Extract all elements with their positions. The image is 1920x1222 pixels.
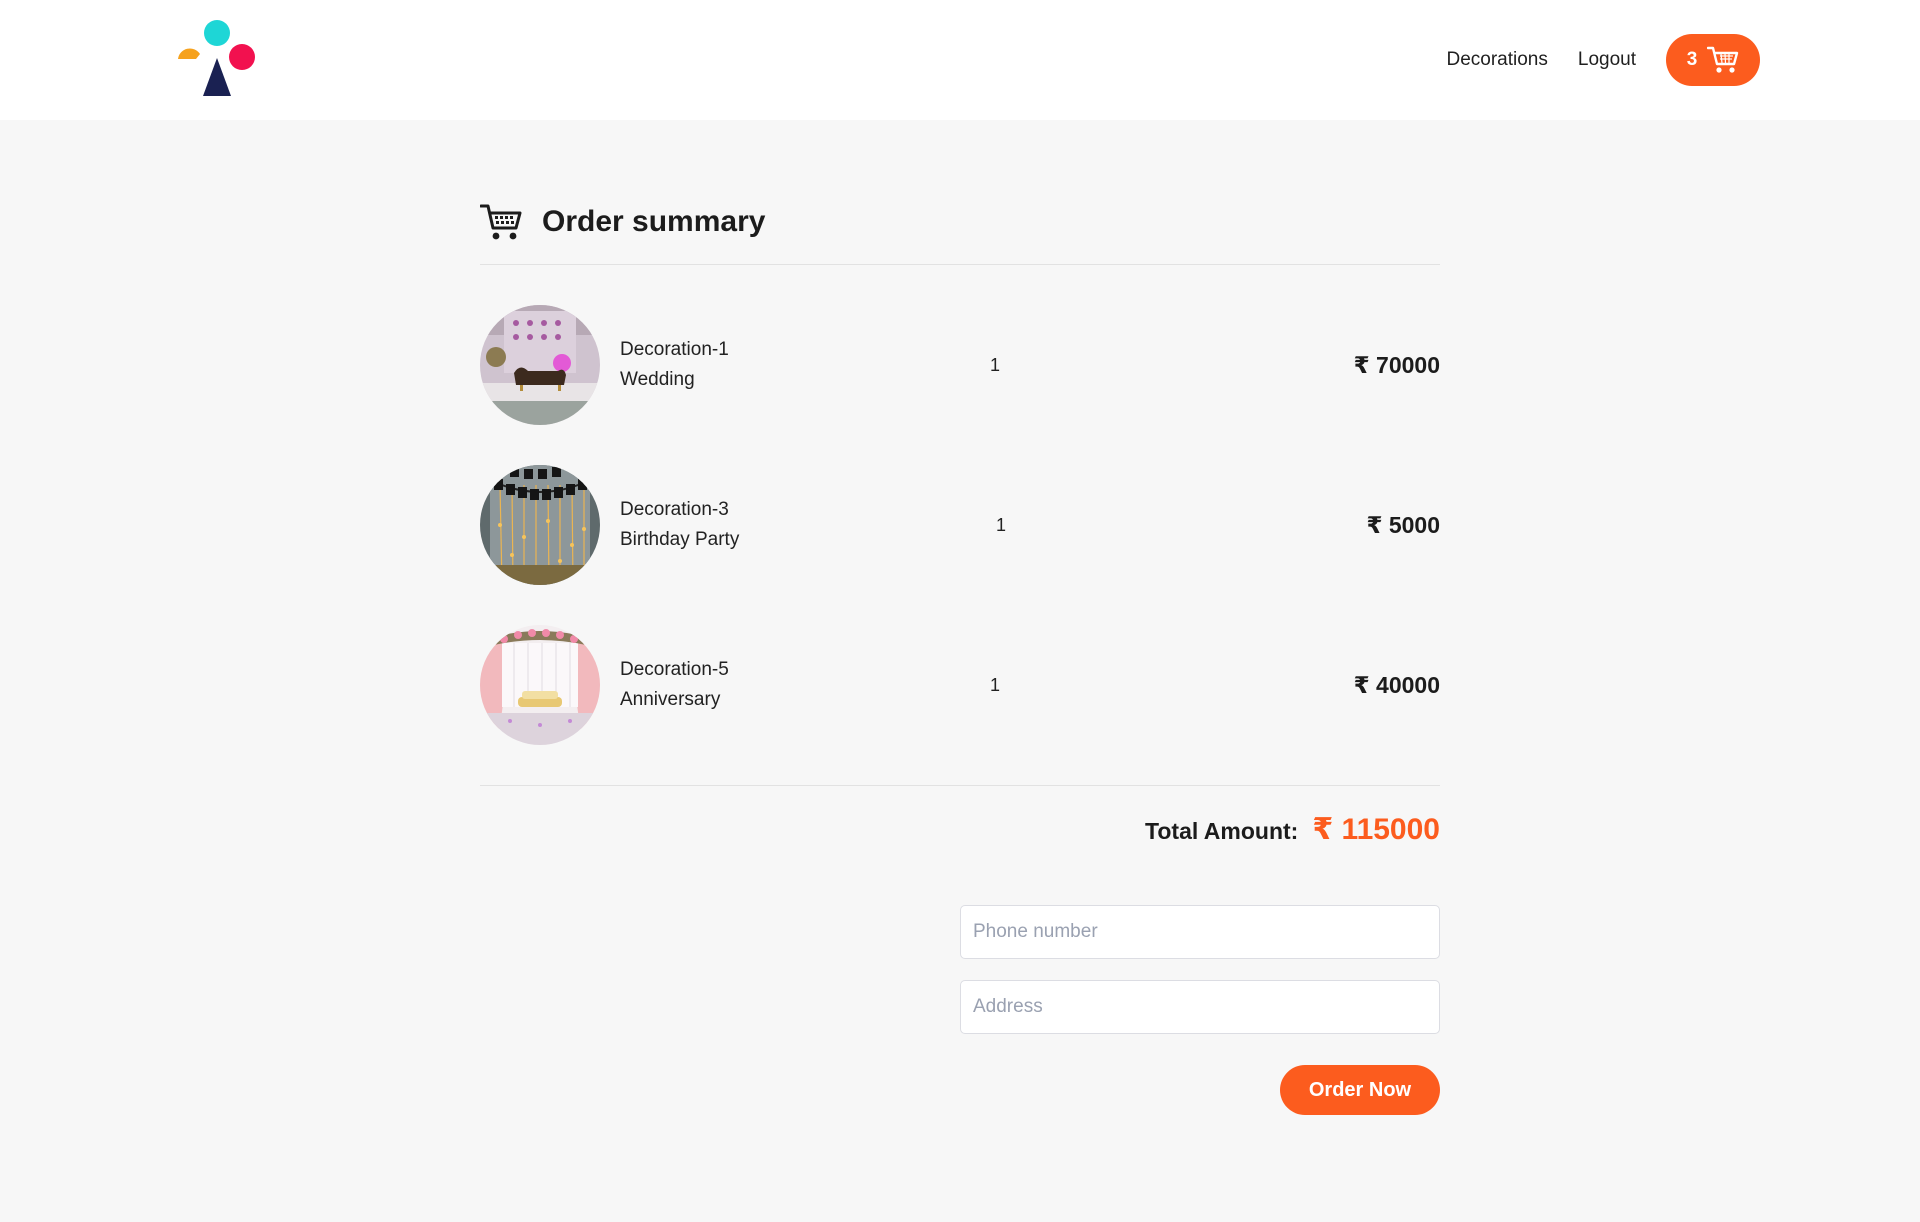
item-quantity: 1 [996, 514, 1007, 535]
item-info: Decoration-3 Birthday Party [620, 495, 739, 555]
total-row: Total Amount: ₹ 115000 [480, 812, 1440, 847]
order-form: Order Now [960, 905, 1440, 1115]
order-summary-section: Order summary Decoration-1 Wedding 1 ₹ 7… [480, 196, 1440, 1115]
address-input[interactable] [960, 980, 1440, 1034]
item-category: Wedding [620, 369, 695, 390]
cart-count: 3 [1686, 49, 1698, 70]
item-price: ₹ 40000 [1353, 671, 1440, 698]
shopping-cart-icon [480, 204, 522, 240]
order-item: Decoration-5 Anniversary 1 ₹ 40000 [480, 625, 1440, 745]
item-thumbnail [480, 465, 600, 585]
nav-logout-link[interactable]: Logout [1578, 49, 1636, 71]
order-item: Decoration-1 Wedding 1 ₹ 70000 [480, 305, 1440, 425]
cart-button[interactable]: 3 [1666, 34, 1760, 86]
total-amount: ₹ 115000 [1312, 813, 1440, 846]
item-category: Birthday Party [620, 529, 740, 550]
item-name: Decoration-3 [620, 499, 729, 520]
logo-icon[interactable] [176, 18, 262, 102]
summary-header: Order summary [480, 196, 1440, 248]
item-name: Decoration-5 [620, 659, 729, 680]
divider [480, 785, 1440, 786]
item-quantity: 1 [990, 674, 1001, 695]
item-category: Anniversary [620, 689, 721, 710]
birthday-decoration-image [480, 465, 600, 585]
item-thumbnail [480, 625, 600, 745]
nav-decorations-link[interactable]: Decorations [1446, 49, 1547, 71]
item-info: Decoration-1 Wedding [620, 335, 729, 395]
anniversary-decoration-image [480, 625, 600, 745]
wedding-decoration-image [480, 305, 600, 425]
item-thumbnail [480, 305, 600, 425]
total-label: Total Amount: [1145, 818, 1299, 844]
order-item: Decoration-3 Birthday Party 1 ₹ 5000 [480, 465, 1440, 585]
nav-links: Decorations Logout 3 [1446, 34, 1760, 86]
item-price: ₹ 70000 [1353, 351, 1440, 378]
cart-icon [1707, 46, 1739, 73]
item-price: ₹ 5000 [1366, 511, 1440, 538]
navbar: Decorations Logout 3 [0, 0, 1920, 120]
order-now-button[interactable]: Order Now [1280, 1065, 1440, 1115]
phone-number-input[interactable] [960, 905, 1440, 959]
item-name: Decoration-1 [620, 339, 729, 360]
item-info: Decoration-5 Anniversary [620, 655, 729, 715]
order-items-list: Decoration-1 Wedding 1 ₹ 70000 Decoratio… [480, 265, 1440, 745]
page-title: Order summary [542, 205, 766, 238]
item-quantity: 1 [990, 354, 1001, 375]
